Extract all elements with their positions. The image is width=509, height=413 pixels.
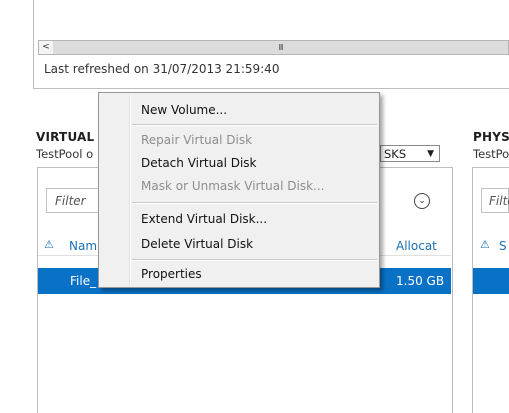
menu-item-repair-virtual-disk: Repair Virtual Disk (141, 133, 253, 147)
physical-table-row-selected[interactable] (473, 268, 509, 294)
scroll-thumb[interactable]: III (53, 41, 508, 54)
virtual-disks-subtitle: TestPool o (36, 147, 94, 161)
physical-disks-subtitle: TestPo (473, 147, 509, 161)
column-header-allocated[interactable]: Allocat (396, 239, 437, 253)
warning-triangle-icon[interactable]: ⚠ (480, 238, 490, 251)
menu-item-mask-unmask-virtual-disk: Mask or Unmask Virtual Disk... (141, 179, 325, 193)
scroll-left-arrow-icon[interactable]: < (39, 41, 54, 54)
physical-column-header[interactable]: S (499, 239, 507, 253)
warning-triangle-icon[interactable]: ⚠ (44, 238, 54, 251)
physical-filter-input[interactable]: Filte (481, 188, 509, 213)
column-header-name[interactable]: Nam (69, 239, 97, 253)
menu-item-new-volume[interactable]: New Volume... (131, 99, 377, 121)
menu-item-detach-virtual-disk[interactable]: Detach Virtual Disk (131, 152, 377, 174)
menu-separator (132, 202, 377, 204)
chevron-down-circle-icon[interactable]: ⌄ (414, 193, 430, 209)
triangle-down-icon: ▼ (427, 149, 434, 159)
menu-item-extend-virtual-disk[interactable]: Extend Virtual Disk... (131, 208, 377, 230)
row-allocated-cell: 1.50 GB (396, 274, 445, 288)
tasks-label: SKS (384, 147, 407, 161)
context-menu: New Volume... Repair Virtual Disk Detach… (98, 92, 380, 288)
tasks-dropdown[interactable]: SKS ▼ (380, 145, 440, 162)
menu-separator (132, 259, 377, 261)
menu-item-properties[interactable]: Properties (131, 263, 377, 285)
last-refreshed-text: Last refreshed on 31/07/2013 21:59:40 (44, 62, 280, 76)
menu-separator (132, 124, 377, 126)
menu-item-delete-virtual-disk[interactable]: Delete Virtual Disk (131, 233, 377, 255)
horizontal-scrollbar[interactable]: < III (38, 40, 509, 55)
scroll-grip-icon: III (278, 43, 283, 52)
physical-disks-title: PHYS (473, 130, 509, 144)
row-name-cell: File_ (70, 274, 97, 288)
virtual-disks-title: VIRTUAL (36, 130, 95, 144)
